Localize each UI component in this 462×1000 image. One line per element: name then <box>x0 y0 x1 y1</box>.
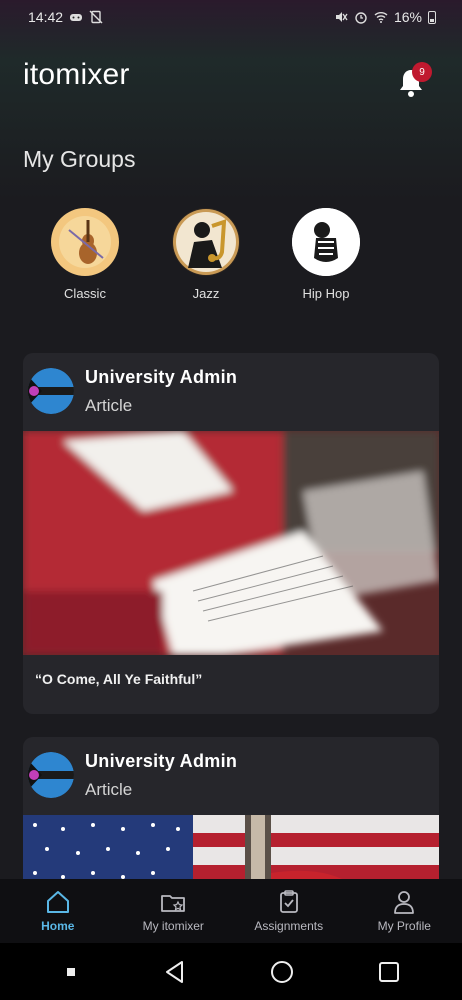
group-hip-hop[interactable]: Hip Hop <box>271 208 381 301</box>
violin-icon <box>51 208 119 276</box>
status-bar: 14:42 16% <box>0 0 462 34</box>
group-label: Hip Hop <box>302 286 350 301</box>
sheet-music-image[interactable] <box>23 431 439 655</box>
group-jazz[interactable]: Jazz <box>151 208 261 301</box>
nav-label: Home <box>41 919 75 933</box>
card-type: Article <box>85 780 133 799</box>
wifi-icon <box>374 12 388 23</box>
notification-badge: 9 <box>412 62 432 82</box>
feed-card[interactable]: University Admin Article “O Come, All Ye… <box>23 353 439 714</box>
nav-assignments[interactable]: Assignments <box>231 889 346 933</box>
nav-my-itomixer[interactable]: My itomixer <box>116 889 231 933</box>
card-header: University Admin Article <box>23 353 439 431</box>
home-button-icon[interactable] <box>269 959 295 985</box>
battery-percent: 16% <box>393 9 422 25</box>
nav-label: My Profile <box>377 919 431 933</box>
app-title: itomixer <box>23 58 130 91</box>
author-avatar <box>28 368 74 414</box>
card-header: University Admin Article <box>23 737 439 815</box>
author-avatar <box>28 752 74 798</box>
status-time: 14:42 <box>28 9 64 25</box>
game-controller-icon <box>70 14 83 21</box>
card-author: University Admin <box>85 367 238 387</box>
nav-home[interactable]: Home <box>0 889 115 933</box>
group-classic[interactable]: Classic <box>30 208 140 301</box>
nav-label: Assignments <box>254 919 324 933</box>
group-label: Jazz <box>192 286 220 301</box>
user-icon <box>394 891 415 914</box>
system-nav-bar <box>0 943 462 1000</box>
nav-my-profile[interactable]: My Profile <box>347 889 462 933</box>
folder-star-icon <box>161 895 186 912</box>
clipboard-check-icon <box>279 890 298 913</box>
battery-icon <box>428 10 436 24</box>
groups-title: My Groups <box>23 146 136 172</box>
card-type: Article <box>85 396 133 415</box>
card-caption: “O Come, All Ye Faithful” <box>35 671 203 687</box>
feed-card[interactable]: University Admin Article <box>23 737 439 897</box>
recent-apps-dot-icon[interactable] <box>61 962 81 982</box>
microphone-icon <box>292 208 360 276</box>
back-icon[interactable] <box>162 959 188 985</box>
home-icon <box>46 891 69 913</box>
groups-row: Classic Jazz Hip Hop <box>0 208 462 308</box>
nav-label: My itomixer <box>142 919 204 933</box>
group-label: Classic <box>64 286 106 301</box>
bottom-nav: Home My itomixer Assignments My Profile <box>0 879 462 943</box>
saxophone-icon <box>172 208 240 276</box>
alarm-icon <box>355 12 367 24</box>
card-author: University Admin <box>85 751 238 771</box>
no-sim-icon <box>89 10 103 24</box>
overview-icon[interactable] <box>376 959 402 985</box>
mute-icon <box>335 12 348 22</box>
